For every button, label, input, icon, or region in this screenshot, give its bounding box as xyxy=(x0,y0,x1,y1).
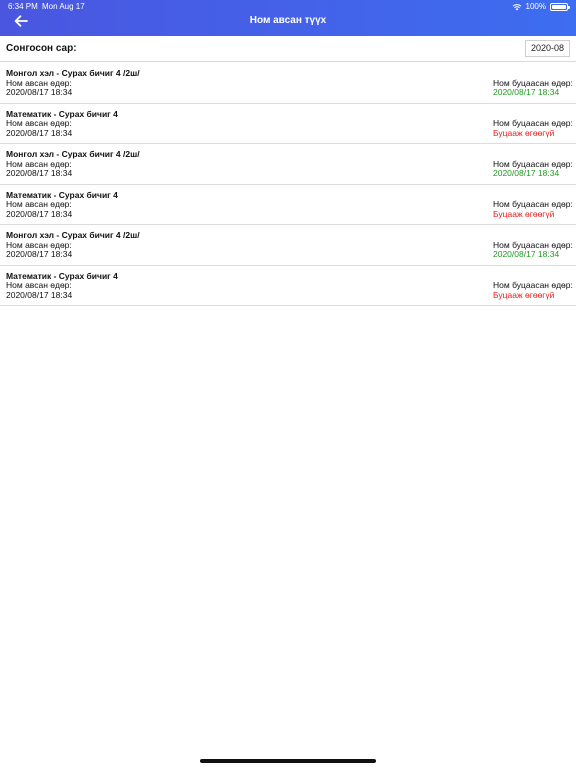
list-item[interactable]: Математик - Сурах бичиг 4 Ном авсан өдөр… xyxy=(0,104,576,144)
list-item[interactable]: Монгол хэл - Сурах бичиг 4 /2ш/ Ном авса… xyxy=(0,144,576,185)
taken-date: 2020/08/17 18:34 xyxy=(6,127,73,138)
returned-value: Буцааж өгөөгүй xyxy=(493,289,555,300)
home-indicator[interactable] xyxy=(200,759,376,763)
battery-percent: 100% xyxy=(525,2,546,11)
returned-value: 2020/08/17 18:34 xyxy=(493,168,560,178)
taken-date: 2020/08/17 18:34 xyxy=(6,208,73,219)
status-time: 6:34 PM xyxy=(8,2,38,11)
taken-date: 2020/08/17 18:34 xyxy=(6,168,73,178)
battery-icon xyxy=(550,2,570,11)
page-title: Ном авсан түүх xyxy=(249,15,327,26)
status-date: Mon Aug 17 xyxy=(42,2,85,11)
taken-date: 2020/08/17 18:34 xyxy=(6,87,73,97)
taken-date: 2020/08/17 18:34 xyxy=(6,289,73,300)
history-list: Монгол хэл - Сурах бичиг 4 /2ш/ Ном авса… xyxy=(0,63,576,306)
list-item[interactable]: Математик - Сурах бичиг 4 Ном авсан өдөр… xyxy=(0,185,576,225)
month-label: Сонгосон сар: xyxy=(6,43,77,54)
month-picker[interactable]: 2020-08 xyxy=(525,40,570,57)
returned-value: 2020/08/17 18:34 xyxy=(493,87,560,97)
status-bar: 6:34 PM Mon Aug 17 100% xyxy=(0,0,576,13)
taken-date: 2020/08/17 18:34 xyxy=(6,249,73,259)
month-filter-row: Сонгосон сар: 2020-08 xyxy=(0,38,576,62)
returned-value: Буцааж өгөөгүй xyxy=(493,127,555,138)
list-item[interactable]: Монгол хэл - Сурах бичиг 4 /2ш/ Ном авса… xyxy=(0,63,576,104)
returned-value: Буцааж өгөөгүй xyxy=(493,208,555,219)
list-item[interactable]: Монгол хэл - Сурах бичиг 4 /2ш/ Ном авса… xyxy=(0,225,576,266)
returned-value: 2020/08/17 18:34 xyxy=(493,249,560,259)
status-right: 100% xyxy=(512,0,570,13)
list-item[interactable]: Математик - Сурах бичиг 4 Ном авсан өдөр… xyxy=(0,266,576,306)
app-header: 6:34 PM Mon Aug 17 100% Ном авсан түүх xyxy=(0,0,576,36)
wifi-icon xyxy=(512,3,521,10)
